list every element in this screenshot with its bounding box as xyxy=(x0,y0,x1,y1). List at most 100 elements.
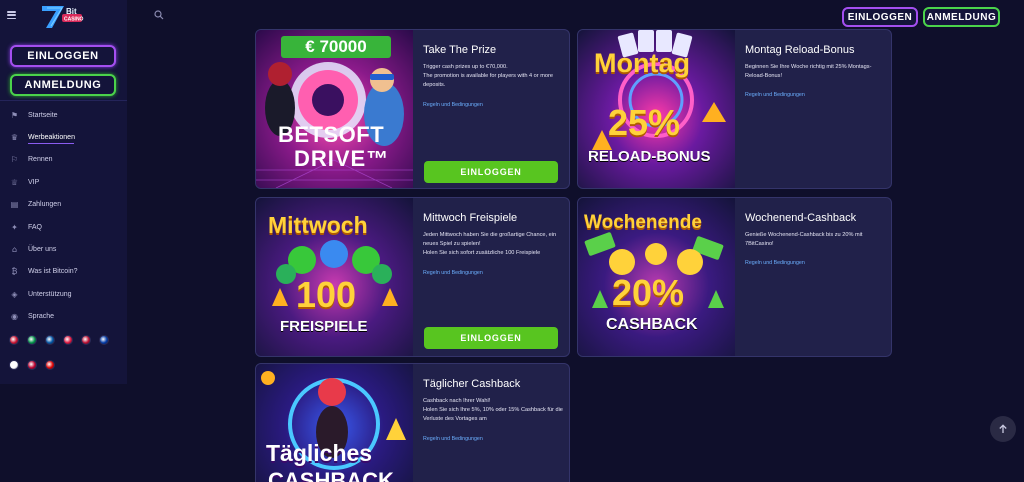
sidebar-item-label: Zahlungen xyxy=(28,201,62,209)
thumb-betsoft: BETSOFT xyxy=(278,122,385,147)
thumb-taegliches: Tägliches xyxy=(266,440,373,466)
terms-link[interactable]: Regeln und Bedingungen xyxy=(745,92,805,98)
thumb-cashback: CASHBACK xyxy=(268,468,394,482)
svg-text:Bit: Bit xyxy=(66,7,77,16)
header-register-button[interactable]: ANMELDUNG xyxy=(923,7,1000,27)
flag-uk-icon[interactable] xyxy=(9,335,19,345)
sidebar-nav: ⚑ Startseite ♛ Werbeaktionen ⚐ Rennen ♕ VIP ▤ Zah… xyxy=(0,104,127,328)
flag-france-icon[interactable] xyxy=(45,335,55,345)
7bit-casino-logo[interactable]: Bit CASINO xyxy=(38,2,86,32)
sidebar-item-startseite[interactable]: ⚑ Startseite xyxy=(0,104,127,126)
promo-image-wochenende[interactable]: Wochenende 20% CASHBACK xyxy=(578,198,735,356)
sidebar-item-über-uns[interactable]: ⌂ Über uns xyxy=(0,238,127,260)
promo-description: Trigger cash prizes up to €70,000. The p… xyxy=(423,63,563,90)
thumb-cashback: CASHBACK xyxy=(606,316,698,333)
sidebar-login-button[interactable]: EINLOGGEN xyxy=(10,45,116,67)
promo-description-line: Beginnen Sie Ihre Woche richtig mit 25% … xyxy=(745,64,872,79)
sidebar-divider xyxy=(0,100,127,101)
promo-description-line: Trigger cash prizes up to €70,000. xyxy=(423,64,508,70)
thumb-percent: 25% xyxy=(608,102,681,143)
search-icon[interactable] xyxy=(154,10,164,20)
promo-description-line: Holen Sie sich sofort zusätzliche 100 Fr… xyxy=(423,250,541,256)
question-icon: ✦ xyxy=(11,222,18,232)
sidebar-item-vip[interactable]: ♕ VIP xyxy=(0,171,127,193)
wallet-icon: ▤ xyxy=(10,200,19,210)
sidebar-item-label: Werbeaktionen xyxy=(28,134,75,142)
sidebar-item-label: Sprache xyxy=(28,313,55,321)
promo-description-line: Jeden Mittwoch haben Sie die großartige … xyxy=(423,232,557,247)
thumb-reload-bonus: RELOAD-BONUS xyxy=(588,148,711,165)
sidebar-item-label: Startseite xyxy=(28,111,58,119)
flag-italy-icon[interactable] xyxy=(27,335,37,345)
sidebar-item-label: VIP xyxy=(28,178,40,186)
terms-link[interactable]: Regeln und Bedingungen xyxy=(423,270,483,276)
svg-text:CASINO: CASINO xyxy=(64,17,84,23)
sidebar-item-faq[interactable]: ✦ FAQ xyxy=(0,216,127,238)
promo-title: Mittwoch Freispiele xyxy=(423,212,518,224)
promo-login-button[interactable]: EINLOGGEN xyxy=(424,327,558,349)
flag-germany-icon[interactable] xyxy=(45,360,55,370)
active-underline xyxy=(28,143,74,145)
promo-description-line: Holen Sie sich Ihre 5%, 10% oder 15% Cas… xyxy=(423,407,563,422)
arrow-up-icon xyxy=(999,424,1007,433)
terms-link[interactable]: Regeln und Bedingungen xyxy=(423,102,483,108)
hamburger-menu-icon[interactable] xyxy=(7,11,16,19)
support-icon: ◈ xyxy=(11,289,18,299)
sidebar-item-werbeaktionen[interactable]: ♛ Werbeaktionen xyxy=(0,126,127,148)
promotions-icon: ♛ xyxy=(10,133,19,143)
promo-title: Wochenend-Cashback xyxy=(745,212,857,224)
sidebar-item-label: Rennen xyxy=(28,156,53,164)
promo-description-line: Genieße Wochenend-Cashback bis zu 20% mi… xyxy=(745,232,863,247)
promo-card-wochenend-cashback: Wochenende 20% CASHBACK Wochenend-Cashba… xyxy=(577,197,892,357)
promo-description: Cashback nach Ihrer Wahl! Holen Sie sich… xyxy=(423,397,563,424)
flag-norway-icon[interactable] xyxy=(81,335,91,345)
sidebar-item-unterstützung[interactable]: ◈ Unterstützung xyxy=(0,283,127,305)
header-login-button[interactable]: EINLOGGEN xyxy=(842,7,918,27)
sidebar-item-rennen[interactable]: ⚐ Rennen xyxy=(0,149,127,171)
flag-japan-icon[interactable] xyxy=(27,360,37,370)
thumb-wochenende: Wochenende xyxy=(584,212,702,233)
promo-description: Beginnen Sie Ihre Woche richtig mit 25% … xyxy=(745,63,885,81)
thumb-montag: Montag xyxy=(594,48,690,78)
scroll-to-top-button[interactable] xyxy=(990,416,1016,442)
promo-login-button[interactable]: EINLOGGEN xyxy=(424,161,558,183)
promo-image-mittwoch[interactable]: Mittwoch 100 FREISPIELE xyxy=(256,198,413,356)
promo-card-take-the-prize: € 70000 BETSOFT DRIVE™ Take The Prize Tr… xyxy=(255,29,570,189)
rocket-icon: ⚑ xyxy=(10,110,19,120)
flag-finland-icon[interactable] xyxy=(9,360,19,370)
thumb-percent: 20% xyxy=(612,272,685,313)
promo-image-taeglich[interactable]: Tägliches CASHBACK xyxy=(256,364,413,482)
promo-image-montag-reload[interactable]: Montag 25% RELOAD-BONUS xyxy=(578,30,735,188)
promo-title: Montag Reload-Bonus xyxy=(745,44,855,56)
sidebar-item-zahlungen[interactable]: ▤ Zahlungen xyxy=(0,194,127,216)
crown-icon: ♕ xyxy=(10,177,19,187)
promo-image-take-the-prize[interactable]: € 70000 BETSOFT DRIVE™ xyxy=(256,30,413,188)
sidebar-item-label: FAQ xyxy=(28,223,43,231)
terms-link[interactable]: Regeln und Bedingungen xyxy=(423,436,483,442)
sidebar-header: Bit CASINO xyxy=(0,0,127,36)
sidebar-register-button[interactable]: ANMELDUNG xyxy=(10,74,116,96)
promo-title: Take The Prize xyxy=(423,44,497,56)
home-icon: ⌂ xyxy=(11,245,18,255)
flag-poland-icon[interactable] xyxy=(63,335,73,345)
thumb-freispiele: FREISPIELE xyxy=(280,318,368,335)
sidebar-item-was-ist-bitcoin[interactable]: ₿ Was ist Bitcoin? xyxy=(0,261,127,283)
sidebar-item-label: Über uns xyxy=(28,246,57,254)
promo-description: Genieße Wochenend-Cashback bis zu 20% mi… xyxy=(745,231,885,249)
flag-russia-icon[interactable] xyxy=(99,335,109,345)
thumb-100: 100 xyxy=(296,274,357,315)
promo-card-taeglicher-cashback: Tägliches CASHBACK Täglicher Cashback Ca… xyxy=(255,363,570,482)
promo-description-line: Cashback nach Ihrer Wahl! xyxy=(423,398,491,404)
promo-card-mittwoch-freispiele: Mittwoch 100 FREISPIELE Mittwoch Freispi… xyxy=(255,197,570,357)
race-flag-icon: ⚐ xyxy=(10,155,19,165)
sidebar-item-label: Unterstützung xyxy=(28,290,72,298)
promo-title: Täglicher Cashback xyxy=(423,378,521,390)
thumb-drive: DRIVE™ xyxy=(294,146,390,171)
thumb-prize-amount: € 70000 xyxy=(281,36,391,58)
sidebar-item-sprache[interactable]: ◉ Sprache xyxy=(0,306,127,328)
sidebar: Bit CASINO EINLOGGEN ANMELDUNG ⚑ Startsei… xyxy=(0,0,127,384)
thumb-mittwoch: Mittwoch xyxy=(268,212,368,238)
promo-card-montag-reload: Montag 25% RELOAD-BONUS Montag Reload-Bo… xyxy=(577,29,892,189)
globe-icon: ◉ xyxy=(11,312,18,322)
terms-link[interactable]: Regeln und Bedingungen xyxy=(745,260,805,266)
